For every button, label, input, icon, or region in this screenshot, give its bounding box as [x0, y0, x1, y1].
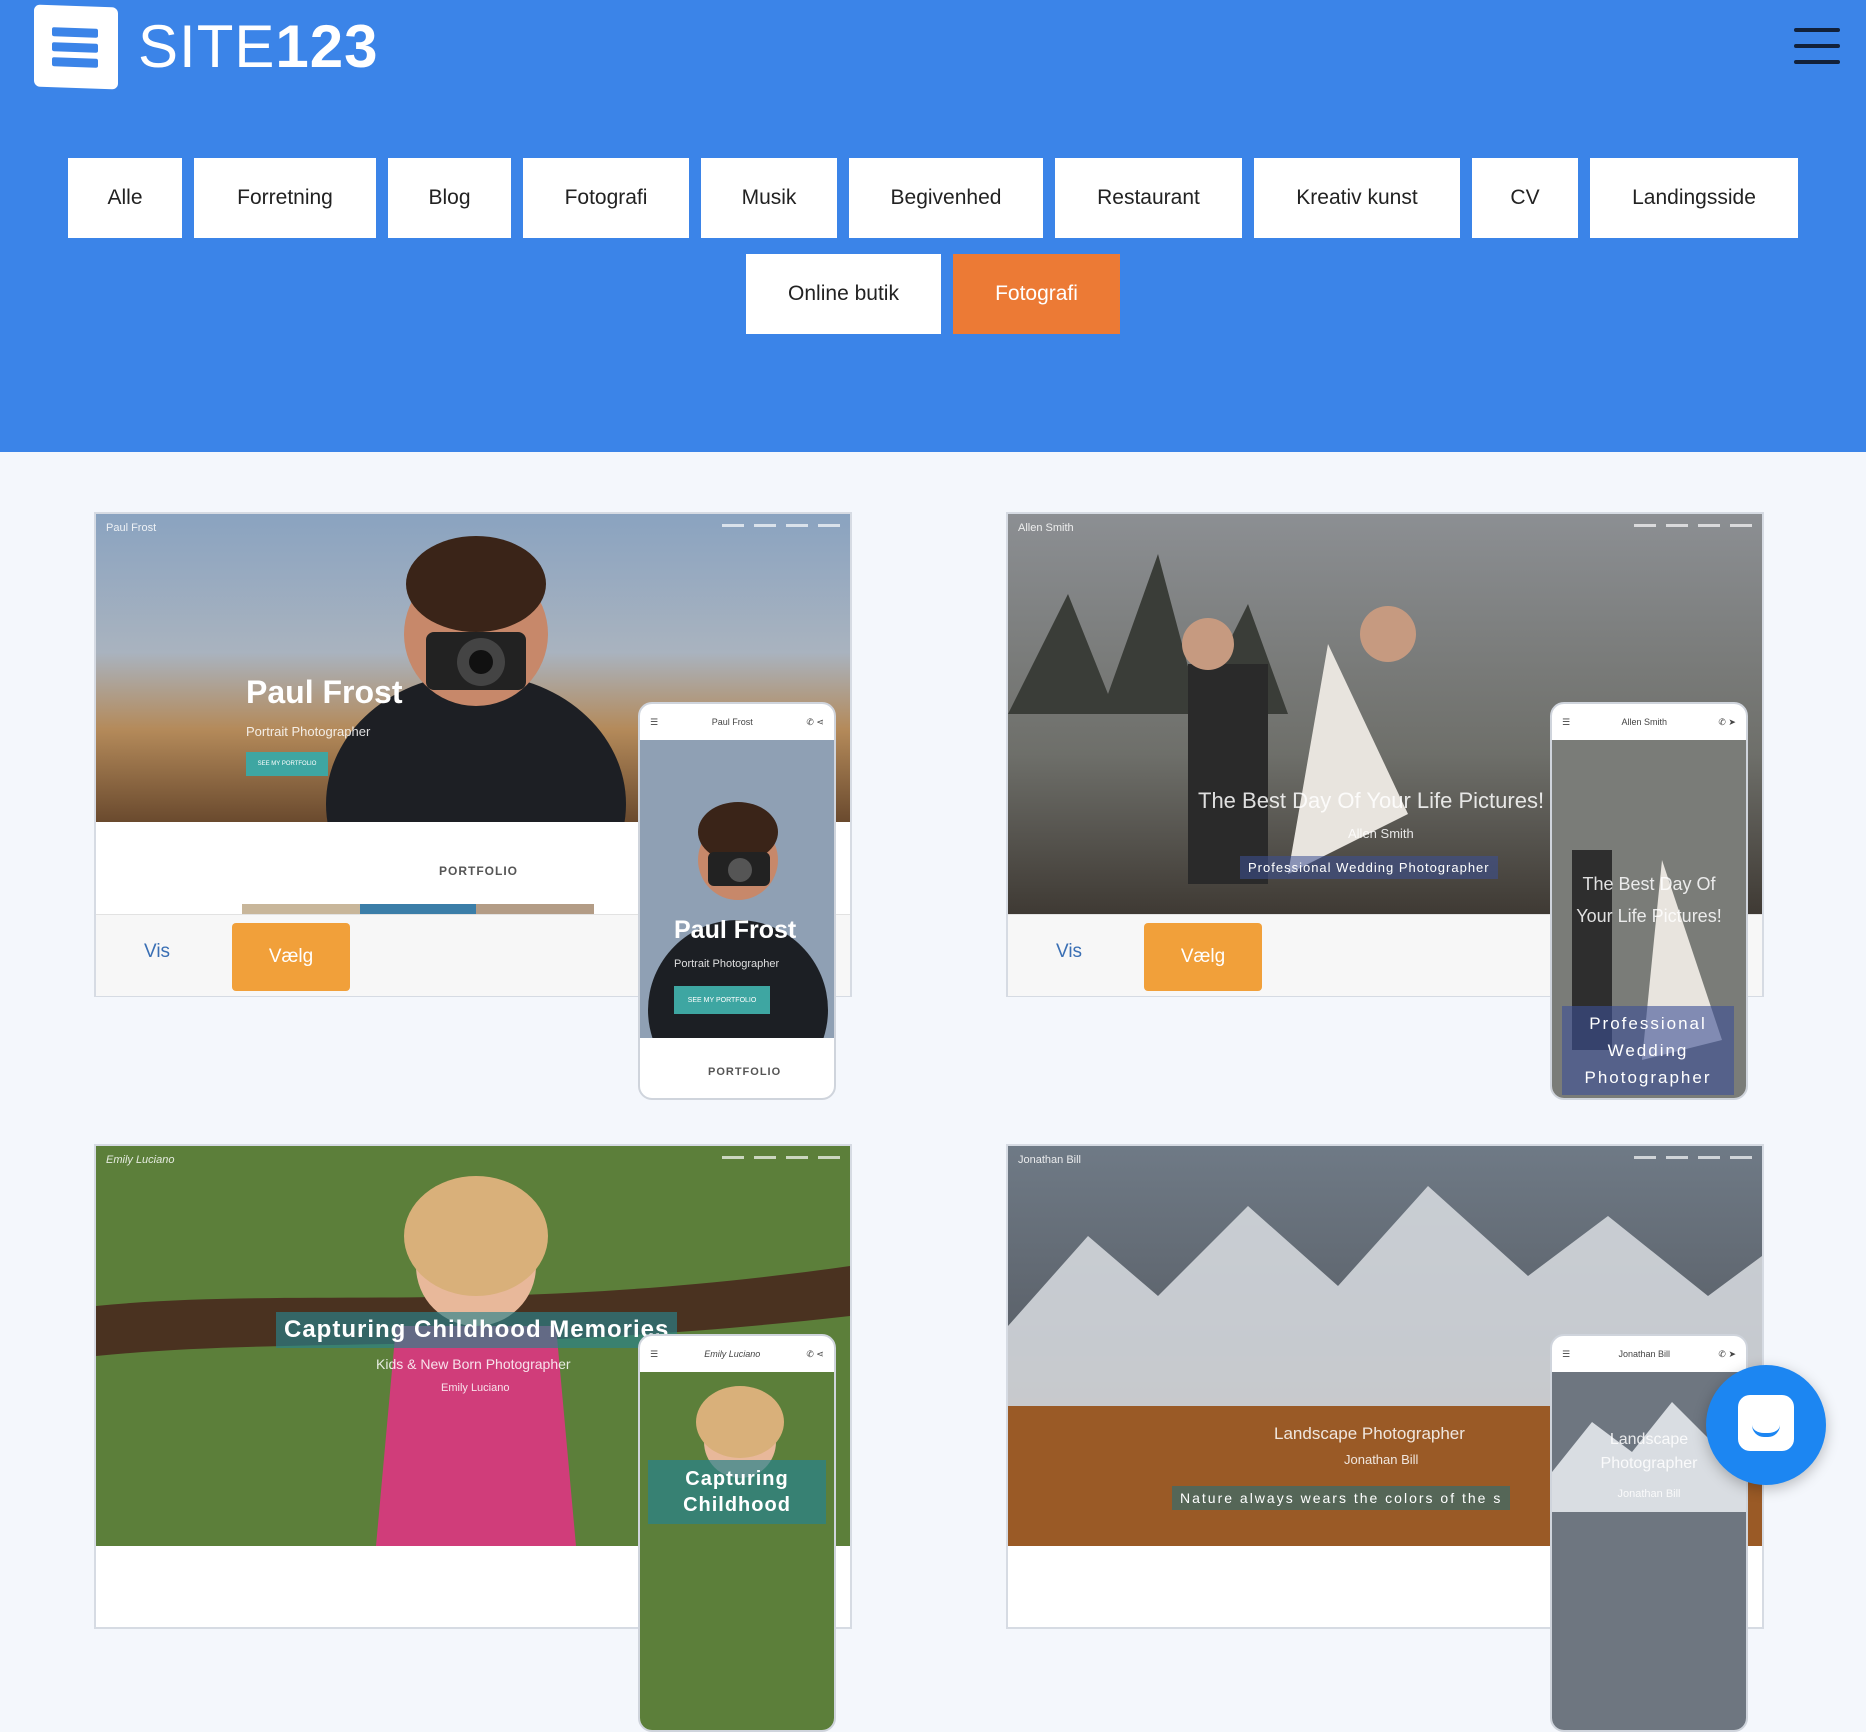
logo-icon — [34, 4, 118, 90]
filter-begivenhed[interactable]: Begivenhed — [849, 158, 1043, 238]
hero-title: Capturing Childhood Memories — [276, 1312, 678, 1348]
phone-icon: ✆ ⋖ — [806, 716, 824, 727]
menu-icon: ☰ — [650, 1348, 659, 1359]
menu-icon: ☰ — [650, 716, 659, 727]
phone-icon: ✆ ⋖ — [806, 1348, 824, 1359]
site123-logo[interactable]: SITE123 — [34, 4, 379, 90]
mobile-site-name: Emily Luciano — [704, 1349, 761, 1359]
mobile-site-name: Allen Smith — [1621, 717, 1667, 727]
phone-icon: ✆ ➤ — [1718, 1348, 1736, 1359]
template-site-name: Allen Smith — [1018, 522, 1074, 534]
hero-title: Paul Frost — [246, 674, 403, 710]
hero-tagline: Nature always wears the colors of the s — [1172, 1486, 1511, 1510]
logo-number: 123 — [275, 13, 379, 80]
mobile-hero-title: Paul Frost — [674, 916, 797, 944]
menu-icon: ☰ — [1562, 1348, 1571, 1359]
mobile-site-name: Jonathan Bill — [1618, 1349, 1671, 1359]
logo-text: SITE — [138, 13, 276, 80]
mobile-hero-photo — [640, 1372, 834, 1730]
mobile-site-name: Paul Frost — [711, 717, 753, 727]
hero-subtitle: Jonathan Bill — [1344, 1452, 1419, 1467]
menu-icon: ☰ — [1562, 716, 1571, 727]
hero-title: The Best Day Of Your Life Pictures! — [1198, 788, 1545, 813]
hero-name: Emily Luciano — [441, 1382, 510, 1394]
section-title: PORTFOLIO — [439, 864, 518, 878]
template-site-name: Jonathan Bill — [1018, 1154, 1081, 1166]
category-filters: Alle Forretning Blog Fotografi Musik Beg… — [0, 158, 1866, 350]
filter-kreativ-kunst[interactable]: Kreativ kunst — [1254, 158, 1460, 238]
filter-fotografi[interactable]: Fotografi — [523, 158, 689, 238]
filter-forretning[interactable]: Forretning — [194, 158, 376, 238]
hero-title: Landscape Photographer — [1274, 1424, 1465, 1443]
header: SITE123 Alle Forretning Blog Fotografi M… — [0, 0, 1866, 452]
filter-landingsside[interactable]: Landingsside — [1590, 158, 1798, 238]
mobile-tagline: Professional Wedding Photographer — [1562, 1006, 1734, 1095]
mobile-hero-title: The Best Day Of Your Life Pictures! — [1576, 874, 1722, 926]
hero-subtitle: Portrait Photographer — [246, 724, 371, 739]
choose-button[interactable]: Vælg — [232, 923, 350, 991]
phone-icon: ✆ ➤ — [1718, 716, 1736, 727]
template-site-name: Paul Frost — [106, 522, 157, 534]
mobile-cta: SEE MY PORTFOLIO — [674, 986, 770, 1014]
template-site-name: Emily Luciano — [106, 1154, 175, 1166]
filter-fotografi-active[interactable]: Fotografi — [953, 254, 1120, 334]
filter-blog[interactable]: Blog — [388, 158, 511, 238]
hero-cta: SEE MY PORTFOLIO — [246, 752, 328, 776]
mobile-preview: ☰ Allen Smith ✆ ➤ The Best Day Of Your Lif… — [1550, 702, 1748, 1100]
view-button[interactable]: Vis — [144, 941, 170, 963]
filter-cv[interactable]: CV — [1472, 158, 1578, 238]
mobile-preview: ☰ Paul Frost ✆ ⋖ Paul Frost Portrait Photo… — [638, 702, 836, 1100]
view-button[interactable]: Vis — [1056, 941, 1082, 963]
filter-restaurant[interactable]: Restaurant — [1055, 158, 1242, 238]
hero-subtitle: Kids & New Born Photographer — [376, 1356, 571, 1372]
chat-icon — [1738, 1395, 1794, 1451]
mobile-hero-subtitle: Portrait Photographer — [674, 958, 780, 970]
hero-tagline: Professional Wedding Photographer — [1240, 856, 1498, 879]
mobile-preview: ☰ Emily Luciano ✆ ⋖ Capturing Childhood — [638, 1334, 836, 1732]
mobile-hero-name: Jonathan Bill — [1617, 1488, 1681, 1500]
choose-button[interactable]: Vælg — [1144, 923, 1262, 991]
chat-launcher-button[interactable] — [1706, 1365, 1826, 1485]
mobile-hero-title: Capturing Childhood — [648, 1460, 826, 1524]
filter-alle[interactable]: Alle — [68, 158, 182, 238]
filter-musik[interactable]: Musik — [701, 158, 837, 238]
filter-online-butik[interactable]: Online butik — [746, 254, 941, 334]
mobile-section-title: PORTFOLIO — [708, 1066, 782, 1078]
menu-icon[interactable] — [1794, 26, 1840, 66]
hero-subtitle: Allen Smith — [1348, 826, 1414, 841]
